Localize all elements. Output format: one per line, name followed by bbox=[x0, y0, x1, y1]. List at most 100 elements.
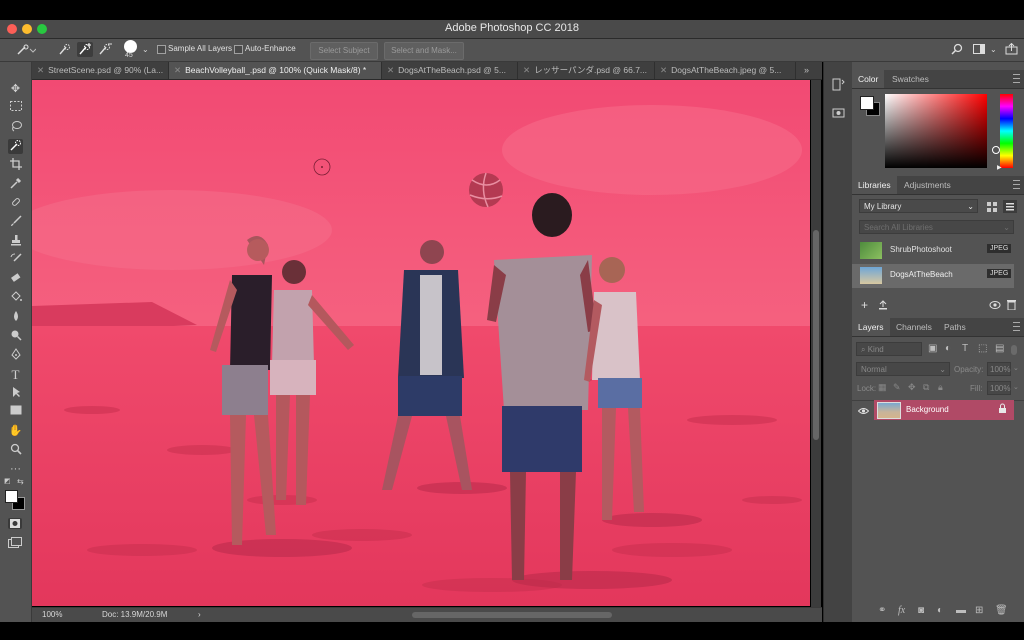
auto-enhance-checkbox[interactable] bbox=[234, 45, 243, 54]
new-selection-icon[interactable] bbox=[58, 43, 72, 59]
paint-bucket-tool-icon[interactable] bbox=[8, 291, 23, 306]
tab-swatches[interactable]: Swatches bbox=[886, 70, 935, 88]
select-subject-button[interactable]: Select Subject bbox=[310, 42, 378, 60]
lasso-tool-icon[interactable] bbox=[8, 120, 23, 135]
move-tool-icon[interactable]: ✥ bbox=[8, 82, 23, 97]
opacity-chevron-icon[interactable]: ⌄ bbox=[1013, 364, 1019, 372]
marquee-tool-icon[interactable] bbox=[8, 101, 23, 116]
tab-layers[interactable]: Layers bbox=[852, 318, 890, 336]
path-selection-tool-icon[interactable] bbox=[8, 386, 23, 401]
type-tool-icon[interactable]: T bbox=[8, 367, 23, 382]
horizontal-scroll-thumb[interactable] bbox=[412, 612, 612, 618]
library-select[interactable]: My Library ⌄ bbox=[859, 199, 978, 213]
pen-tool-icon[interactable] bbox=[8, 348, 23, 363]
opacity-input[interactable]: 100% bbox=[987, 362, 1011, 376]
status-menu-chevron-icon[interactable]: › bbox=[198, 610, 201, 619]
lock-transparent-icon[interactable]: ▦ bbox=[878, 382, 887, 393]
close-tab-icon[interactable]: ✕ bbox=[37, 65, 44, 75]
dodge-tool-icon[interactable] bbox=[8, 329, 23, 344]
blur-tool-icon[interactable] bbox=[8, 310, 23, 325]
search-icon[interactable] bbox=[951, 43, 963, 58]
filter-toggle[interactable] bbox=[1011, 345, 1017, 355]
tabs-overflow-icon[interactable]: » bbox=[804, 65, 809, 75]
color-panel-menu-icon[interactable] bbox=[1013, 74, 1020, 83]
add-to-selection-icon[interactable] bbox=[77, 42, 93, 57]
properties-panel-icon[interactable] bbox=[832, 106, 845, 122]
upload-icon[interactable] bbox=[878, 300, 888, 313]
more-tools-icon[interactable]: ··· bbox=[8, 462, 23, 477]
layer-style-icon[interactable]: fx bbox=[898, 605, 905, 616]
tab-color[interactable]: Color bbox=[852, 70, 885, 88]
clone-stamp-tool-icon[interactable] bbox=[8, 234, 23, 249]
swap-colors-icon[interactable]: ⇆ bbox=[17, 477, 24, 486]
link-layers-icon[interactable]: ⚭ bbox=[878, 605, 886, 616]
healing-brush-tool-icon[interactable] bbox=[8, 196, 23, 211]
workspace-icon[interactable] bbox=[973, 43, 985, 58]
hand-tool-icon[interactable]: ✋ bbox=[8, 424, 23, 439]
close-tab-icon[interactable]: ✕ bbox=[174, 65, 181, 75]
rectangle-tool-icon[interactable] bbox=[8, 405, 23, 420]
quick-mask-mode-icon[interactable] bbox=[8, 518, 22, 529]
document-canvas[interactable] bbox=[32, 80, 810, 606]
grid-view-icon[interactable] bbox=[987, 202, 997, 215]
lock-image-icon[interactable]: ✎ bbox=[893, 382, 901, 393]
tab-streetscene[interactable]: ✕ StreetScene.psd @ 90% (La... bbox=[32, 62, 169, 79]
tab-libraries[interactable]: Libraries bbox=[852, 176, 897, 194]
tab-beachvolleyball[interactable]: ✕ BeachVolleyball_.psd @ 100% (Quick Mask… bbox=[169, 62, 382, 79]
library-search-input[interactable]: Search All Libraries ⌄ bbox=[859, 220, 1014, 234]
cloud-sync-icon[interactable] bbox=[989, 300, 1001, 312]
layer-row[interactable]: Background bbox=[874, 400, 1014, 420]
tab-adjustments[interactable]: Adjustments bbox=[898, 176, 957, 194]
zoom-level[interactable]: 100% bbox=[42, 610, 62, 619]
layer-filter-select[interactable]: ⌕ Kind bbox=[856, 342, 922, 356]
history-brush-tool-icon[interactable] bbox=[8, 253, 23, 268]
layer-visibility-eye-icon[interactable] bbox=[857, 406, 870, 418]
lock-artboard-icon[interactable]: ⧉ bbox=[923, 382, 929, 393]
close-tab-icon[interactable]: ✕ bbox=[523, 65, 530, 75]
vertical-scroll-thumb[interactable] bbox=[813, 230, 819, 440]
color-picker-marker[interactable] bbox=[992, 146, 1000, 154]
tab-paths[interactable]: Paths bbox=[938, 318, 972, 336]
color-foreground-swatch[interactable] bbox=[860, 96, 874, 110]
share-icon[interactable] bbox=[1005, 42, 1018, 58]
sample-all-layers-checkbox[interactable] bbox=[157, 45, 166, 54]
quick-selection-tool-preset-icon[interactable] bbox=[16, 44, 37, 59]
tab-red-panda[interactable]: ✕ レッサーパンダ.psd @ 66.7... bbox=[518, 62, 655, 79]
filter-smart-object-icon[interactable]: ▤ bbox=[995, 343, 1004, 354]
delete-library-item-icon[interactable] bbox=[1007, 299, 1016, 313]
select-and-mask-button[interactable]: Select and Mask... bbox=[384, 42, 464, 60]
add-content-icon[interactable]: + bbox=[861, 298, 868, 312]
brush-tool-icon[interactable] bbox=[8, 215, 23, 230]
subtract-from-selection-icon[interactable] bbox=[98, 43, 112, 59]
filter-type-icon[interactable]: T bbox=[962, 343, 968, 354]
eyedropper-tool-icon[interactable] bbox=[8, 177, 23, 192]
layer-name[interactable]: Background bbox=[906, 405, 949, 414]
screen-mode-icon[interactable] bbox=[8, 537, 22, 551]
hue-slider[interactable] bbox=[1000, 94, 1013, 168]
zoom-tool-icon[interactable] bbox=[8, 443, 23, 458]
tab-dogsatthebeach-jpeg[interactable]: ✕ DogsAtTheBeach.jpeg @ 5... bbox=[655, 62, 796, 79]
lock-position-icon[interactable]: ✥ bbox=[908, 382, 916, 393]
history-panel-icon[interactable] bbox=[832, 78, 845, 94]
color-field[interactable] bbox=[885, 94, 987, 168]
layers-panel-menu-icon[interactable] bbox=[1013, 322, 1020, 331]
vertical-scrollbar[interactable] bbox=[811, 80, 821, 607]
filter-adjustment-icon[interactable]: ◐ bbox=[945, 343, 951, 354]
workspace-chevron-icon[interactable]: ⌄ bbox=[990, 44, 997, 56]
libraries-panel-menu-icon[interactable] bbox=[1013, 180, 1020, 189]
close-tab-icon[interactable]: ✕ bbox=[387, 65, 394, 75]
lock-all-icon[interactable]: 🔒︎ bbox=[938, 382, 943, 393]
tab-channels[interactable]: Channels bbox=[890, 318, 938, 336]
hue-slider-handle[interactable]: ▶ bbox=[997, 164, 1002, 171]
foreground-color-swatch[interactable] bbox=[5, 490, 18, 503]
filter-pixel-icon[interactable]: ▣ bbox=[928, 343, 937, 354]
new-group-icon[interactable]: ▬ bbox=[956, 605, 966, 616]
adjustment-layer-icon[interactable]: ◐ bbox=[937, 605, 943, 616]
library-item[interactable]: ShrubPhotoshoot JPEG bbox=[852, 239, 1014, 263]
library-item[interactable]: DogsAtTheBeach JPEG bbox=[852, 264, 1014, 288]
quick-selection-tool-icon[interactable] bbox=[8, 139, 23, 154]
filter-shape-icon[interactable]: ⬚ bbox=[978, 343, 987, 354]
delete-layer-icon[interactable]: 🗑︎ bbox=[995, 605, 1008, 616]
blend-mode-select[interactable]: Normal ⌄ bbox=[856, 362, 950, 376]
list-view-icon[interactable] bbox=[1003, 200, 1017, 213]
